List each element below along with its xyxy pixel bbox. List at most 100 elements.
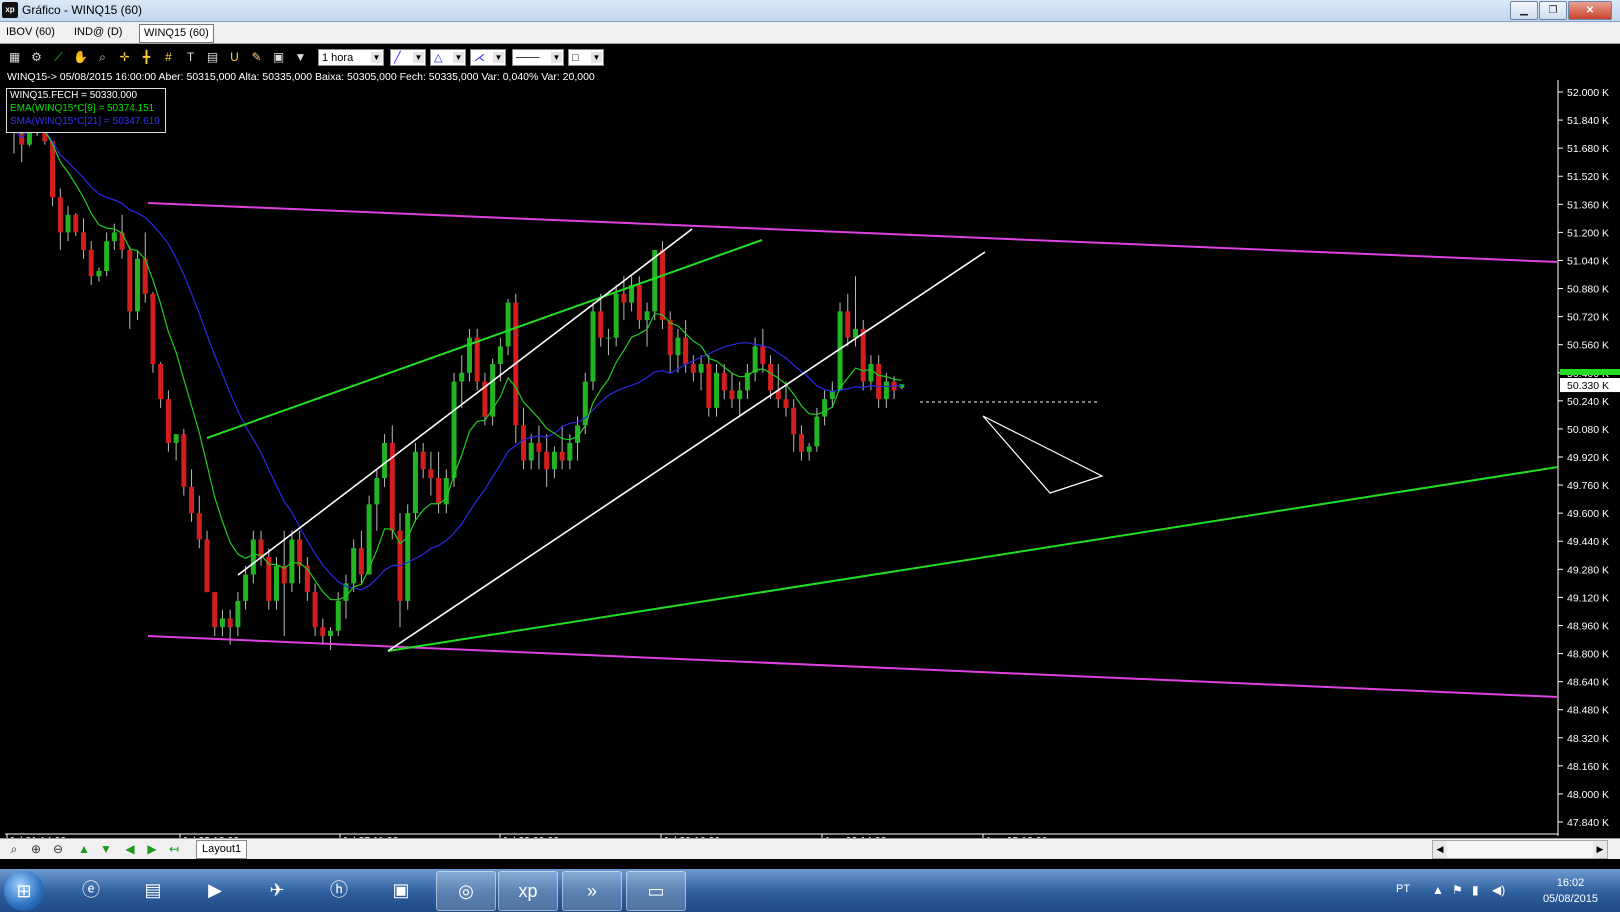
candle-body — [420, 451, 426, 470]
candle-body — [559, 451, 565, 461]
y-tick-label: 50.240 K — [1567, 396, 1609, 408]
candle-body — [698, 363, 704, 373]
arrow-down-icon[interactable]: ▼ — [98, 841, 114, 857]
y-tick-label: 49.120 K — [1567, 592, 1609, 604]
candle-body — [227, 618, 233, 628]
network-icon[interactable]: ✈ — [248, 871, 306, 909]
candle-body — [273, 565, 279, 601]
y-tick-label: 51.520 K — [1567, 171, 1609, 183]
candle-body — [312, 592, 318, 628]
triangle-drawing — [982, 415, 1104, 494]
forward-app-icon[interactable]: » — [562, 871, 622, 911]
candle-body — [497, 346, 503, 364]
language-indicator[interactable]: PT — [1396, 883, 1410, 895]
arrow-right-icon[interactable]: ▶ — [144, 841, 160, 857]
y-tick-label: 48.160 K — [1567, 761, 1609, 773]
candle-body — [374, 478, 380, 505]
candle-body — [544, 451, 550, 470]
candle-body — [636, 285, 642, 321]
volume-icon[interactable]: ◀) — [1492, 883, 1505, 897]
white-channel-lower — [387, 251, 986, 652]
y-tick-label: 51.360 K — [1567, 199, 1609, 211]
system-tray: PT ▲ ⚑ ▮ ◀) 16:02 05/08/2015 — [1360, 869, 1620, 912]
candle-body — [791, 407, 797, 435]
archive-icon[interactable]: ▣ — [372, 871, 430, 909]
taskbar: ⊞ ⓔ ▤ ▶ ✈ ⓗ ▣ ◎ xp » ▭ PT ▲ ⚑ ▮ ◀) 16:02… — [0, 869, 1620, 912]
scroll-left-icon[interactable]: ◀ — [1433, 841, 1447, 858]
candle-body — [598, 311, 604, 338]
scroll-right-icon[interactable]: ▶ — [1593, 841, 1607, 858]
arrow-up-icon[interactable]: ▲ — [76, 841, 92, 857]
candle-body — [412, 451, 418, 514]
y-tick-label: 48.960 K — [1567, 620, 1609, 632]
y-tick-label: 49.920 K — [1567, 452, 1609, 464]
candle-body — [173, 434, 179, 443]
candle-body — [528, 442, 534, 461]
hp-icon[interactable]: ⓗ — [310, 871, 368, 909]
candle-body — [358, 548, 364, 575]
candle-body — [451, 381, 457, 479]
candle-body — [683, 337, 689, 364]
candle-body — [80, 232, 86, 250]
show-hidden-icon[interactable]: ▲ — [1432, 883, 1444, 897]
last-price-label: 50.330 K — [1567, 380, 1609, 392]
candle-body — [876, 363, 882, 400]
candle-body — [219, 618, 225, 628]
legend-ema: EMA(WINQ15*C[9] = 50374.151 — [10, 103, 155, 114]
ie-icon[interactable]: ⓔ — [62, 871, 120, 909]
y-tick-label: 48.000 K — [1567, 789, 1609, 801]
candle-body — [250, 539, 256, 575]
chrome-icon[interactable]: ◎ — [436, 871, 496, 911]
explorer-icon[interactable]: ▤ — [124, 871, 182, 909]
candle-body — [814, 416, 820, 447]
candle-body — [88, 249, 94, 277]
candle-body — [405, 513, 411, 601]
candle-body — [235, 600, 241, 628]
candle-body — [104, 241, 110, 271]
candle-body — [675, 337, 681, 356]
arrow-end-icon[interactable]: ↤ — [166, 841, 182, 857]
y-tick-label: 51.040 K — [1567, 255, 1609, 267]
candle-body — [243, 574, 249, 601]
candle-body — [297, 539, 303, 566]
candle-body — [436, 478, 442, 505]
candle-body — [96, 270, 102, 277]
signal-icon[interactable]: ▮ — [1472, 883, 1479, 897]
layout-tab[interactable]: Layout1 — [196, 840, 248, 859]
magenta-lower-line — [147, 635, 1559, 698]
media-player-icon[interactable]: ▶ — [186, 871, 244, 909]
clock[interactable]: 16:02 05/08/2015 — [1543, 875, 1598, 907]
candle-body — [752, 346, 758, 373]
desktop-icon[interactable]: ▭ — [626, 871, 686, 911]
y-tick-label: 47.840 K — [1567, 817, 1609, 829]
y-tick-label: 51.200 K — [1567, 227, 1609, 239]
arrow-left-icon[interactable]: ◀ — [122, 841, 138, 857]
candle-body — [505, 302, 511, 347]
candle-body — [729, 390, 735, 400]
candle-body — [320, 627, 326, 636]
candle-body — [428, 469, 434, 479]
candle-body — [714, 372, 720, 408]
candle-body — [883, 381, 889, 400]
price-chart[interactable]: 52.000 K 51.840 K 51.680 K 51.520 K 51.360 K… — [0, 0, 1620, 838]
candle-body — [165, 399, 171, 443]
candle-body — [119, 232, 125, 250]
start-button[interactable]: ⊞ — [4, 871, 44, 911]
y-tick-label: 50.560 K — [1567, 340, 1609, 352]
candle-body — [135, 258, 141, 312]
zoom-out-icon[interactable]: ⌕ — [6, 841, 22, 857]
horizontal-scrollbar[interactable]: ◀ ▶ — [1432, 840, 1608, 859]
flag-icon[interactable]: ⚑ — [1452, 883, 1463, 897]
y-tick-label: 48.640 K — [1567, 677, 1609, 689]
y-tick-label: 48.480 K — [1567, 705, 1609, 717]
xp-icon[interactable]: xp — [498, 871, 558, 911]
zoom-reset-icon[interactable]: ⊖ — [50, 841, 66, 857]
candle-body — [196, 513, 202, 540]
price-marker-fill — [1560, 369, 1620, 375]
candle-body — [459, 372, 465, 382]
candle-body — [328, 630, 334, 636]
zoom-in-icon[interactable]: ⊕ — [28, 841, 44, 857]
candle-body — [521, 425, 527, 461]
candle-body — [158, 363, 164, 400]
magenta-upper-line — [147, 202, 1559, 263]
